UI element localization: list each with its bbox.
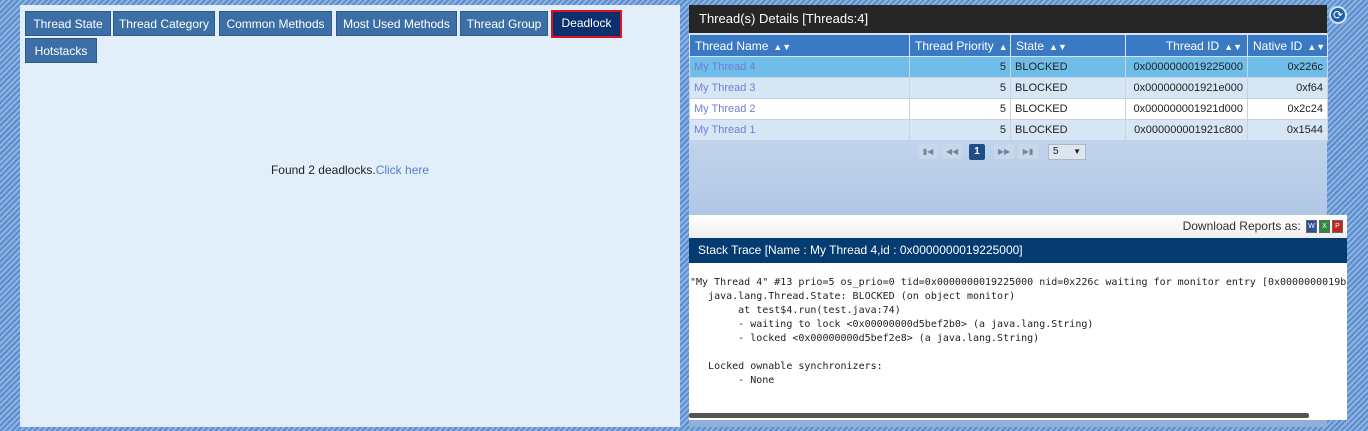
- cell-state: BLOCKED: [1010, 98, 1126, 120]
- cell-state: BLOCKED: [1010, 119, 1126, 141]
- column-header-native-id[interactable]: Native ID ▲▼: [1247, 34, 1328, 57]
- thread-table: Thread Name▲▼ Thread Priority▲▼ State▲▼ …: [689, 34, 1328, 141]
- stack-line: - locked <0x00000000d5bef2e8> (a java.la…: [690, 333, 1040, 344]
- horizontal-scrollbar[interactable]: [689, 413, 1309, 418]
- rows-per-page-select[interactable]: 5 ▼: [1048, 144, 1086, 160]
- deadlock-link[interactable]: Click here: [376, 163, 429, 177]
- download-label: Download Reports as:: [1182, 219, 1301, 233]
- stack-line: [690, 346, 1346, 360]
- cell-thread-name[interactable]: My Thread 3: [689, 77, 910, 99]
- word-icon[interactable]: W: [1306, 220, 1317, 234]
- stack-line: Locked ownable synchronizers:: [690, 361, 883, 372]
- tab-most-used-methods[interactable]: Most Used Methods: [336, 11, 457, 36]
- deadlock-text: Found 2 deadlocks.: [270, 163, 376, 177]
- sort-icon: ▲▼: [1049, 41, 1067, 52]
- cell-state: BLOCKED: [1010, 56, 1126, 78]
- tabs-panel: Thread State Thread Category Common Meth…: [20, 5, 680, 427]
- stack-line: - waiting to lock <0x00000000d5bef2b0> (…: [690, 319, 1094, 330]
- cell-priority: 5: [909, 119, 1011, 141]
- stack-line: java.lang.Thread.State: BLOCKED (on obje…: [690, 291, 1016, 302]
- cell-thread-id: 0x000000001921e000: [1125, 77, 1248, 99]
- table-row[interactable]: My Thread 3 5 BLOCKED 0x000000001921e000…: [689, 77, 1328, 99]
- column-header-thread-id[interactable]: Thread ID ▲▼: [1125, 34, 1248, 57]
- sort-icon: ▲▼: [998, 41, 1010, 52]
- column-header-thread-name[interactable]: Thread Name ▲▼: [689, 34, 910, 57]
- sort-icon: ▲▼: [773, 41, 792, 52]
- column-header-state[interactable]: State ▲▼: [1010, 34, 1126, 57]
- table-header-row: Thread Name▲▼ Thread Priority▲▼ State▲▼ …: [689, 34, 1328, 57]
- next-page-icon[interactable]: ▶▶: [994, 144, 1014, 159]
- cell-thread-name[interactable]: My Thread 2: [689, 98, 910, 120]
- cell-native-id: 0x2c24: [1247, 98, 1328, 120]
- thread-details-panel: Thread(s) Details [Threads:4] Thread Nam…: [689, 5, 1347, 427]
- tab-common-methods[interactable]: Common Methods: [219, 11, 332, 36]
- stack-trace-title: Stack Trace [Name : My Thread 4,id : 0x0…: [689, 238, 1347, 263]
- cell-native-id: 0xf64: [1247, 77, 1328, 99]
- table-row[interactable]: My Thread 4 5 BLOCKED 0x0000000019225000…: [689, 56, 1328, 78]
- stack-line: - None: [690, 375, 775, 386]
- column-header-thread-priority[interactable]: Thread Priority▲▼: [909, 34, 1011, 57]
- table-row[interactable]: My Thread 2 5 BLOCKED 0x000000001921d000…: [689, 98, 1328, 120]
- cell-native-id: 0x1544: [1247, 119, 1328, 141]
- cell-priority: 5: [909, 56, 1011, 78]
- sort-icon: ▲▼: [1307, 41, 1326, 52]
- current-page-button[interactable]: 1: [969, 144, 985, 160]
- cell-thread-id: 0x0000000019225000: [1125, 56, 1248, 78]
- stack-trace-text: "My Thread 4" #13 prio=5 os_prio=0 tid=0…: [690, 276, 1346, 388]
- cell-state: BLOCKED: [1010, 77, 1126, 99]
- thread-details-title: Thread(s) Details [Threads:4]: [689, 5, 1327, 33]
- sort-icon: ▲▼: [1224, 41, 1242, 52]
- cell-priority: 5: [909, 98, 1011, 120]
- pdf-icon[interactable]: P: [1332, 220, 1343, 234]
- cell-thread-id: 0x000000001921c800: [1125, 119, 1248, 141]
- cell-priority: 5: [909, 77, 1011, 99]
- tab-thread-category[interactable]: Thread Category: [113, 11, 215, 36]
- cell-thread-name[interactable]: My Thread 1: [689, 119, 910, 141]
- last-page-icon[interactable]: ▶▮: [1018, 144, 1038, 159]
- tab-thread-state[interactable]: Thread State: [25, 11, 111, 36]
- stack-line: at test$4.run(test.java:74): [690, 305, 901, 316]
- first-page-icon[interactable]: ▮◀: [918, 144, 938, 159]
- deadlock-message: Found 2 deadlocks.Click here: [20, 163, 680, 177]
- stack-trace-panel: "My Thread 4" #13 prio=5 os_prio=0 tid=0…: [689, 263, 1347, 420]
- cell-thread-name[interactable]: My Thread 4: [689, 56, 910, 78]
- cell-native-id: 0x226c: [1247, 56, 1328, 78]
- tab-thread-group[interactable]: Thread Group: [460, 11, 548, 36]
- table-row[interactable]: My Thread 1 5 BLOCKED 0x000000001921c800…: [689, 119, 1328, 141]
- prev-page-icon[interactable]: ◀◀: [942, 144, 962, 159]
- refresh-icon[interactable]: ⟳: [1329, 6, 1347, 24]
- tab-deadlock[interactable]: Deadlock: [551, 10, 622, 38]
- cell-thread-id: 0x000000001921d000: [1125, 98, 1248, 120]
- download-reports-bar: Download Reports as: WXP: [689, 215, 1347, 238]
- stack-line: "My Thread 4" #13 prio=5 os_prio=0 tid=0…: [690, 277, 1347, 288]
- tab-hotstacks[interactable]: Hotstacks: [25, 38, 97, 63]
- chevron-down-icon: ▼: [1073, 147, 1081, 156]
- excel-icon[interactable]: X: [1319, 220, 1330, 234]
